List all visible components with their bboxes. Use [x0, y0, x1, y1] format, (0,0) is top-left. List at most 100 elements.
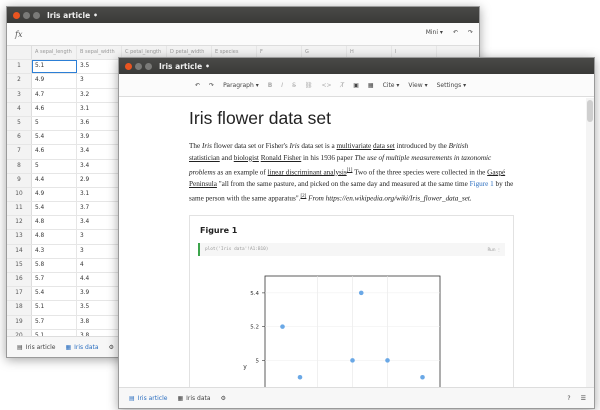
scroll-thumb[interactable]	[587, 100, 593, 122]
row-number[interactable]: 8	[7, 159, 32, 173]
tab-iris-article[interactable]: ▤ Iris article	[129, 395, 167, 402]
undo-icon[interactable]: ↶	[195, 82, 200, 89]
row-number[interactable]: 1	[7, 60, 32, 74]
row-number[interactable]: 13	[7, 230, 32, 244]
row-number[interactable]: 9	[7, 173, 32, 187]
table-cell[interactable]: 3.1	[77, 187, 122, 202]
table-cell[interactable]: 4.8	[32, 216, 77, 230]
table-cell[interactable]: 5.4	[32, 202, 77, 216]
table-cell[interactable]: 5.4	[32, 287, 77, 301]
link-lda[interactable]: linear discriminant analysis	[268, 168, 347, 176]
table-cell[interactable]: 4.9	[32, 187, 77, 202]
table-cell[interactable]: 5.7	[32, 315, 77, 329]
corner-cell[interactable]	[7, 46, 32, 60]
table-cell[interactable]: 4.4	[32, 173, 77, 187]
maximize-icon[interactable]	[33, 11, 40, 19]
link-multivariate[interactable]: multivariate	[336, 142, 371, 150]
run-menu[interactable]: Run ⋮	[487, 243, 501, 256]
table-cell[interactable]: 3.7	[77, 202, 122, 216]
row-number[interactable]: 3	[7, 88, 32, 102]
image-icon[interactable]: ▣	[353, 82, 359, 89]
table-cell[interactable]: 3.9	[77, 287, 122, 301]
code-icon[interactable]: <>	[322, 82, 332, 89]
strikethrough-icon[interactable]: S̶	[292, 82, 296, 89]
link-biologist[interactable]: biologist	[234, 154, 259, 162]
table-cell[interactable]: 5.8	[32, 258, 77, 272]
row-number[interactable]: 4	[7, 102, 32, 116]
table-cell[interactable]: 5	[32, 116, 77, 131]
table-cell[interactable]: 5.1	[32, 301, 77, 315]
minimize-icon[interactable]	[23, 11, 30, 19]
row-number[interactable]: 5	[7, 116, 32, 131]
table-cell[interactable]: 5.7	[32, 273, 77, 287]
row-number[interactable]: 7	[7, 145, 32, 159]
row-number[interactable]: 10	[7, 187, 32, 202]
cite-dropdown[interactable]: Cite ▾	[383, 82, 400, 89]
column-header[interactable]: A sepal_length	[32, 46, 77, 60]
table-cell[interactable]: 3.4	[77, 145, 122, 159]
row-number[interactable]: 19	[7, 315, 32, 329]
tab-iris-data[interactable]: ▦ Iris data	[177, 395, 210, 402]
column-header[interactable]: B sepal_width	[77, 46, 122, 60]
minimize-icon[interactable]	[135, 62, 142, 70]
italic-button[interactable]: I	[281, 82, 283, 89]
table-cell[interactable]: 3.4	[77, 216, 122, 230]
link-ronald-fisher[interactable]: Ronald Fisher	[261, 154, 302, 162]
table-cell[interactable]: 3.6	[77, 116, 122, 131]
settings-gear-icon[interactable]: ⚙	[109, 344, 114, 351]
table-cell[interactable]: 4.8	[32, 230, 77, 244]
table-cell[interactable]: 4.3	[32, 244, 77, 258]
table-cell[interactable]: 4.4	[77, 273, 122, 287]
table-cell[interactable]: 3	[77, 244, 122, 258]
clear-format-icon[interactable]: T̸	[341, 82, 345, 89]
formula-icon[interactable]: fx	[15, 30, 22, 39]
article-body[interactable]: Iris flower data set The Iris flower dat…	[119, 98, 584, 388]
link-data-set[interactable]: data set	[373, 142, 395, 150]
bold-button[interactable]: B	[268, 82, 273, 89]
settings-dropdown[interactable]: Settings ▾	[437, 82, 467, 89]
table-cell[interactable]: 3.5	[77, 60, 122, 74]
table-cell[interactable]: 4.6	[32, 102, 77, 116]
undo-icon[interactable]: ↶	[453, 29, 458, 36]
close-icon[interactable]	[125, 62, 132, 70]
row-number[interactable]: 11	[7, 202, 32, 216]
row-number[interactable]: 18	[7, 301, 32, 315]
row-number[interactable]: 16	[7, 273, 32, 287]
table-cell[interactable]: 4.9	[32, 74, 77, 88]
row-number[interactable]: 2	[7, 74, 32, 88]
settings-gear-icon[interactable]: ⚙	[221, 395, 226, 402]
figure-link[interactable]: Figure 1	[470, 180, 494, 188]
code-cell[interactable]: plot('Iris data'!A1:B10) Run ⋮	[198, 242, 505, 256]
maximize-icon[interactable]	[145, 62, 152, 70]
tab-iris-article[interactable]: ▤ Iris article	[17, 344, 55, 351]
scrollbar[interactable]	[586, 98, 594, 388]
table-cell[interactable]: 3.8	[77, 315, 122, 329]
help-icon[interactable]: ?	[567, 395, 570, 402]
row-number[interactable]: 12	[7, 216, 32, 230]
table-cell[interactable]: 3	[77, 74, 122, 88]
table-cell[interactable]: 4	[77, 258, 122, 272]
row-number[interactable]: 6	[7, 131, 32, 145]
row-number[interactable]: 15	[7, 258, 32, 272]
table-cell[interactable]: 4.7	[32, 88, 77, 102]
table-cell[interactable]: 3.1	[77, 102, 122, 116]
table-cell[interactable]: 5.1	[32, 60, 77, 74]
figure-1[interactable]: Figure 1 plot('Iris data'!A1:B10) Run ⋮ …	[189, 214, 514, 388]
link-statistician[interactable]: statistician	[189, 154, 220, 162]
row-number[interactable]: 14	[7, 244, 32, 258]
link-icon[interactable]: ⛓	[305, 82, 313, 89]
redo-icon[interactable]: ↷	[209, 82, 214, 89]
tab-iris-data[interactable]: ▦ Iris data	[65, 344, 98, 351]
table-cell[interactable]: 3.2	[77, 88, 122, 102]
table-cell[interactable]: 5	[32, 159, 77, 173]
table-cell[interactable]: 3.4	[77, 159, 122, 173]
mini-dropdown[interactable]: Mini ▾	[426, 29, 443, 36]
table-cell[interactable]: 4.6	[32, 145, 77, 159]
view-dropdown[interactable]: View ▾	[408, 82, 427, 89]
table-cell[interactable]: 3.5	[77, 301, 122, 315]
table-cell[interactable]: 3	[77, 230, 122, 244]
table-icon[interactable]: ▦	[368, 82, 374, 89]
redo-icon[interactable]: ↷	[468, 29, 473, 36]
paragraph-dropdown[interactable]: Paragraph ▾	[223, 82, 259, 89]
table-cell[interactable]: 2.9	[77, 173, 122, 187]
